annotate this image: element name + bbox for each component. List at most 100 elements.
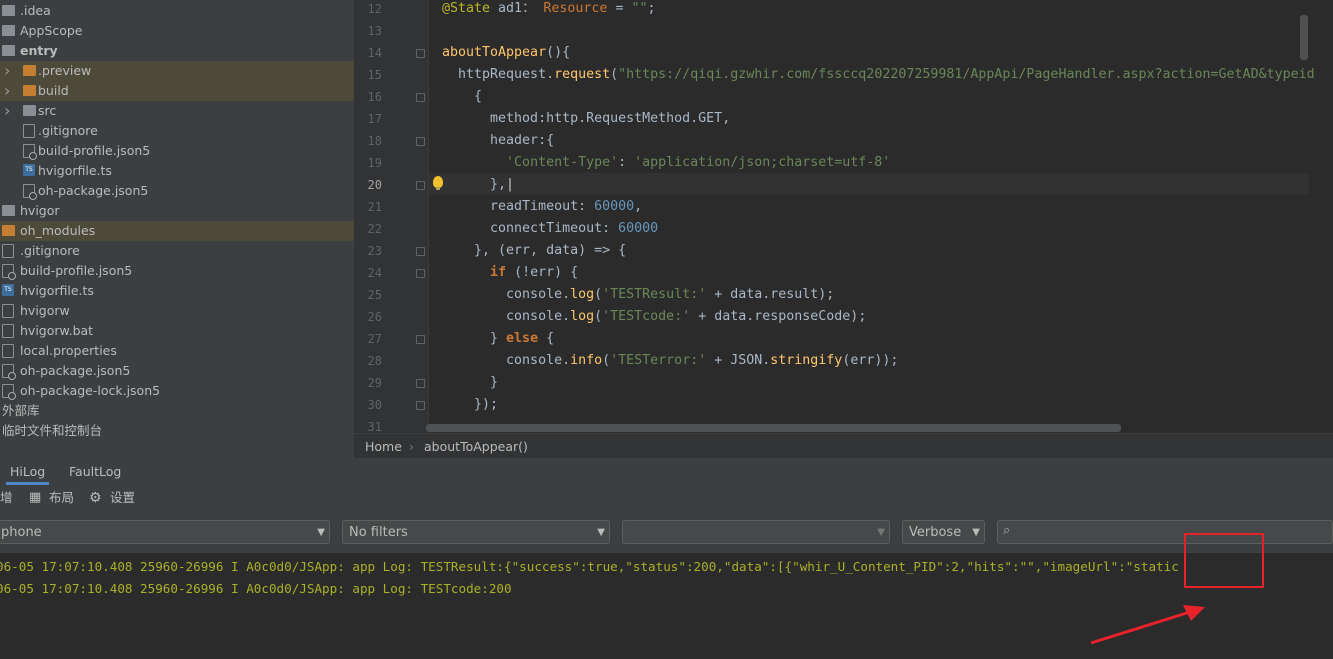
tree-item[interactable]: hvigor	[0, 201, 354, 221]
annotation-arrow-icon	[1090, 605, 1205, 645]
tree-item[interactable]: oh-package-lock.json5	[0, 381, 354, 401]
process-select[interactable]: ▼	[622, 520, 890, 544]
log-line: 06-05 17:07:10.408 25960-26996 I A0c0d0/…	[0, 559, 1179, 574]
fold-icon[interactable]	[416, 49, 425, 58]
toolbar-add-button[interactable]: 增	[0, 485, 13, 511]
tree-item-label: .idea	[20, 3, 51, 18]
tree-item[interactable]: › build	[0, 81, 354, 101]
breadcrumb: Home › aboutToAppear()	[354, 433, 1333, 459]
tree-item-label: build-profile.json5	[38, 143, 151, 158]
folder-icon	[2, 45, 15, 56]
line-number: 13	[367, 24, 382, 38]
level-select-value: Verbose	[909, 525, 962, 540]
breadcrumb-method[interactable]: aboutToAppear()	[424, 434, 528, 459]
tree-item[interactable]: TS hvigorfile.ts	[0, 281, 354, 301]
fold-icon[interactable]	[416, 137, 425, 146]
line-number: 31	[367, 420, 382, 433]
tree-item[interactable]: › src	[0, 101, 354, 121]
tree-item-label: oh-package.json5	[38, 183, 149, 198]
fold-icon[interactable]	[416, 269, 425, 278]
filter-select[interactable]: No filters ▼	[342, 520, 610, 544]
chevron-right-icon[interactable]: ›	[4, 101, 10, 121]
vertical-scrollbar[interactable]	[1300, 15, 1308, 60]
line-number: 15	[367, 68, 382, 82]
line-number: 20	[367, 178, 382, 192]
device-select-value: phone	[1, 525, 42, 540]
line-number: 25	[367, 288, 382, 302]
tree-item-label: build-profile.json5	[20, 263, 133, 278]
device-select[interactable]: phone ▼	[0, 520, 330, 544]
horizontal-scrollbar[interactable]	[426, 424, 1121, 432]
folder-icon	[23, 105, 36, 116]
line-number: 23	[367, 244, 382, 258]
fold-icon[interactable]	[416, 401, 425, 410]
breadcrumb-home[interactable]: Home	[365, 434, 402, 459]
tab-hilog[interactable]: HiLog	[6, 458, 50, 485]
line-number: 17	[367, 112, 382, 126]
tree-item[interactable]: 临时文件和控制台	[0, 421, 354, 441]
code-line: if (!err) {	[490, 265, 579, 280]
code-line: },|	[442, 177, 515, 192]
folder-orange-icon	[23, 65, 36, 76]
tree-item[interactable]: .gitignore	[0, 241, 354, 261]
folder-icon	[2, 205, 15, 216]
code-line: @State ad1： Resource = "";	[442, 1, 656, 16]
log-filters: phone ▼ No filters ▼ ▼ Verbose ▼ ⌕	[0, 511, 1333, 553]
code-line: connectTimeout: 60000	[442, 221, 659, 236]
tree-item[interactable]: oh_modules	[0, 221, 354, 241]
fold-icon[interactable]	[416, 247, 425, 256]
chevron-right-icon[interactable]: ›	[4, 61, 10, 81]
tree-item[interactable]: hvigorw.bat	[0, 321, 354, 341]
level-select[interactable]: Verbose ▼	[902, 520, 985, 544]
code-editor[interactable]: 12 @State ad1： Resource = ""; 13 14 aboutToA…	[354, 0, 1333, 433]
json-icon	[23, 184, 37, 200]
code-line: aboutToAppear(){	[442, 45, 571, 60]
code-line: httpRequest.request("https://qiqi.gzwhir…	[442, 67, 1315, 82]
log-toolbar: 增 ▦ 布局 ⚙ 设置	[0, 485, 1333, 511]
layout-icon: ▦	[29, 490, 42, 505]
tree-item[interactable]: .idea	[0, 1, 354, 21]
fold-icon[interactable]	[416, 335, 425, 344]
log-search-input[interactable]: ⌕	[997, 520, 1333, 544]
gutter-separator	[428, 0, 429, 433]
tree-item[interactable]: local.properties	[0, 341, 354, 361]
code-line: header:{	[442, 133, 555, 148]
layout-button[interactable]: 布局	[49, 485, 74, 511]
tree-item-label: oh-package-lock.json5	[20, 383, 161, 398]
breadcrumb-separator: ›	[409, 439, 414, 454]
tree-item[interactable]: AppScope	[0, 21, 354, 41]
tree-item[interactable]: .gitignore	[0, 121, 354, 141]
tree-item-label: hvigorw.bat	[20, 323, 94, 338]
search-icon: ⌕	[1003, 523, 1011, 538]
tab-faultlog[interactable]: FaultLog	[65, 458, 125, 485]
json-icon	[2, 384, 16, 400]
tree-item[interactable]: build-profile.json5	[0, 261, 354, 281]
tree-item-label: .gitignore	[38, 123, 98, 138]
json-icon	[23, 144, 37, 160]
fold-icon[interactable]	[416, 93, 425, 102]
tree-item[interactable]: entry	[0, 41, 354, 61]
chevron-down-icon: ▼	[972, 527, 980, 538]
tree-item[interactable]: oh-package.json5	[0, 181, 354, 201]
tree-item[interactable]: oh-package.json5	[0, 361, 354, 381]
code-line: }	[442, 375, 499, 390]
tree-item[interactable]: 外部库	[0, 401, 354, 421]
tree-item-label: oh_modules	[20, 223, 96, 238]
line-number: 16	[367, 90, 382, 104]
file-icon	[2, 304, 14, 318]
tree-item[interactable]: build-profile.json5	[0, 141, 354, 161]
fold-icon[interactable]	[416, 181, 425, 190]
fold-icon[interactable]	[416, 379, 425, 388]
json-icon	[2, 364, 16, 380]
tree-item-label: 外部库	[2, 403, 40, 418]
tree-item[interactable]: › .preview	[0, 61, 354, 81]
chevron-right-icon[interactable]: ›	[4, 81, 10, 101]
settings-button[interactable]: 设置	[110, 485, 135, 511]
file-icon	[2, 324, 14, 338]
chevron-down-icon: ▼	[597, 527, 605, 538]
chevron-down-icon: ▼	[317, 527, 325, 538]
line-number: 12	[367, 2, 382, 16]
tree-item[interactable]: TS hvigorfile.ts	[0, 161, 354, 181]
code-line: }, (err, data) => {	[442, 243, 627, 258]
tree-item[interactable]: hvigorw	[0, 301, 354, 321]
